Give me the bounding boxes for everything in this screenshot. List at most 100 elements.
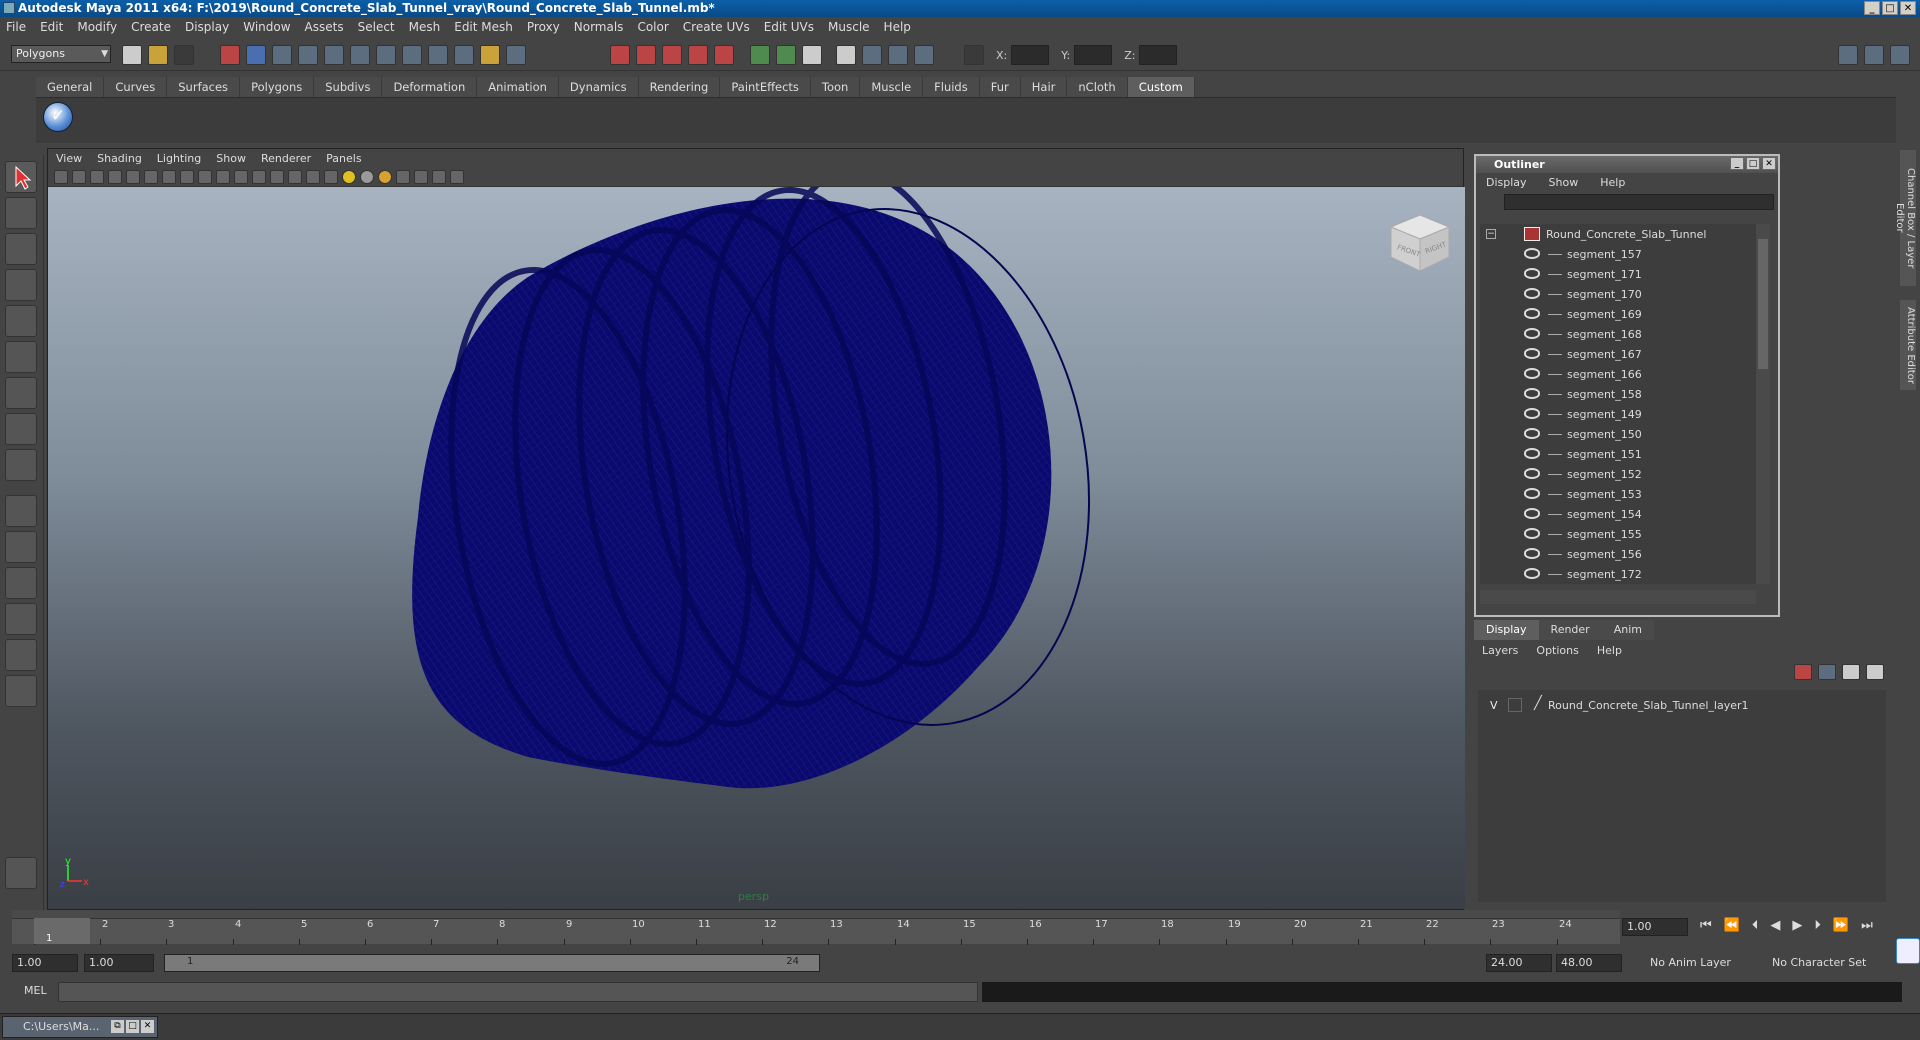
- move-up-layer-icon[interactable]: [1842, 664, 1860, 680]
- outliner-graph-layout-icon[interactable]: [5, 675, 37, 707]
- outliner-menu-show[interactable]: Show: [1549, 176, 1579, 189]
- mask-deformers-icon[interactable]: [402, 45, 422, 65]
- default-light-icon[interactable]: [342, 169, 356, 184]
- render-view-icon[interactable]: [836, 45, 856, 65]
- hypershade-persp-layout-icon[interactable]: [5, 639, 37, 671]
- communication-center-icon[interactable]: [1896, 938, 1920, 964]
- graph-persp-layout-icon[interactable]: [5, 603, 37, 635]
- grid-icon[interactable]: [144, 169, 158, 184]
- outliner-item[interactable]: segment_154: [1480, 504, 1756, 524]
- lock-selection-icon[interactable]: [480, 45, 500, 65]
- current-frame-field[interactable]: 1.00: [1622, 918, 1688, 936]
- outliner-item[interactable]: segment_156: [1480, 544, 1756, 564]
- outliner-search-field[interactable]: [1504, 194, 1774, 210]
- mask-joints-icon[interactable]: [324, 45, 344, 65]
- viewport-menu-renderer[interactable]: Renderer: [261, 152, 311, 165]
- textured-icon[interactable]: [324, 169, 338, 184]
- ipr-render-icon[interactable]: [888, 45, 908, 65]
- shelf-tab-general[interactable]: General: [36, 77, 105, 97]
- highlight-selection-icon[interactable]: [506, 45, 526, 65]
- viewport-menu-panels[interactable]: Panels: [326, 152, 361, 165]
- go-to-start-icon[interactable]: ⏮: [1700, 918, 1712, 933]
- viewport-menu-lighting[interactable]: Lighting: [157, 152, 201, 165]
- four-pane-layout-icon[interactable]: [5, 531, 37, 563]
- toggle-tool-settings-icon[interactable]: [1864, 45, 1884, 65]
- perspective-viewport[interactable]: FRONT RIGHT y x z persp: [48, 187, 1465, 909]
- layer-row[interactable]: V ╱ Round_Concrete_Slab_Tunnel_layer1: [1478, 696, 1886, 714]
- all-lights-icon[interactable]: [360, 169, 374, 184]
- outliner-menu-display[interactable]: Display: [1486, 176, 1527, 189]
- attribute-editor-tab[interactable]: Attribute Editor: [1900, 300, 1916, 390]
- animation-end-field[interactable]: 48.00: [1556, 954, 1622, 972]
- viewport-menu-shading[interactable]: Shading: [97, 152, 142, 165]
- outliner-item[interactable]: segment_153: [1480, 484, 1756, 504]
- shelf-tab-surfaces[interactable]: Surfaces: [167, 77, 241, 97]
- shelf-tab-muscle[interactable]: Muscle: [860, 77, 924, 97]
- menu-assets[interactable]: Assets: [305, 20, 344, 34]
- menu-proxy[interactable]: Proxy: [527, 20, 560, 34]
- outliner-item[interactable]: segment_172: [1480, 564, 1756, 584]
- xray-joints-icon[interactable]: [414, 169, 428, 184]
- move-down-layer-icon[interactable]: [1866, 664, 1884, 680]
- render-current-icon[interactable]: [862, 45, 882, 65]
- minimize-button[interactable]: _: [1864, 1, 1880, 15]
- menu-set-dropdown[interactable]: Polygons ▼: [11, 45, 111, 63]
- outliner-minimize-button[interactable]: _: [1730, 157, 1744, 170]
- z-field[interactable]: [1139, 45, 1178, 65]
- minimized-window-button[interactable]: C:\Users\Ma... ⧉ □ ✕: [2, 1016, 158, 1038]
- outliner-item[interactable]: segment_150: [1480, 424, 1756, 444]
- play-forward-icon[interactable]: ▶: [1792, 918, 1802, 933]
- time-slider-track[interactable]: 123456789101112131415161718192021222324: [12, 918, 1620, 945]
- menu-file[interactable]: File: [6, 20, 26, 34]
- toggle-attribute-editor-icon[interactable]: [1838, 45, 1858, 65]
- tunnel-mesh[interactable]: [48, 187, 1465, 909]
- close-icon[interactable]: ✕: [141, 1020, 154, 1033]
- menu-help[interactable]: Help: [884, 20, 911, 34]
- toggle-channel-box-icon[interactable]: [1890, 45, 1910, 65]
- snap-view-plane-icon[interactable]: [688, 45, 708, 65]
- menu-select[interactable]: Select: [358, 20, 395, 34]
- menu-window[interactable]: Window: [243, 20, 290, 34]
- menu-muscle[interactable]: Muscle: [828, 20, 870, 34]
- command-input[interactable]: [58, 982, 978, 1002]
- viewport-menu-view[interactable]: View: [56, 152, 82, 165]
- shelf-tab-curves[interactable]: Curves: [104, 77, 168, 97]
- go-to-end-icon[interactable]: ⏭: [1861, 918, 1873, 933]
- shelf-tab-deformation[interactable]: Deformation: [382, 77, 478, 97]
- output-ops-icon[interactable]: [776, 45, 796, 65]
- select-tool-icon[interactable]: [5, 161, 37, 193]
- layer-color-icon[interactable]: ╱: [1534, 696, 1542, 711]
- outliner-horizontal-scrollbar[interactable]: [1480, 590, 1756, 604]
- menu-edit-uvs[interactable]: Edit UVs: [764, 20, 814, 34]
- shelf-tab-custom[interactable]: Custom: [1127, 77, 1195, 97]
- shelf-tab-fluids[interactable]: Fluids: [923, 77, 980, 97]
- outliner-item[interactable]: segment_171: [1480, 264, 1756, 284]
- hud-icon[interactable]: [450, 169, 464, 184]
- anim-layer-dropdown[interactable]: No Anim Layer: [1646, 954, 1756, 972]
- backface-icon[interactable]: [432, 169, 446, 184]
- menu-edit[interactable]: Edit: [40, 20, 63, 34]
- show-manipulator-icon[interactable]: [5, 449, 37, 481]
- field-chart-icon[interactable]: [216, 169, 230, 184]
- layer-tab-render[interactable]: Render: [1538, 620, 1602, 640]
- animation-start-field[interactable]: 1.00: [12, 954, 78, 972]
- layer-menu-layers[interactable]: Layers: [1482, 644, 1518, 657]
- playback-end-field[interactable]: 24.00: [1486, 954, 1552, 972]
- time-slider[interactable]: 123456789101112131415161718192021222324 …: [12, 910, 1620, 945]
- move-tool-icon[interactable]: [5, 269, 37, 301]
- maximize-button[interactable]: □: [1882, 1, 1898, 15]
- open-scene-icon[interactable]: [148, 45, 168, 65]
- outliner-item[interactable]: segment_157: [1480, 244, 1756, 264]
- channel-box-tab[interactable]: Channel Box / Layer Editor: [1894, 150, 1916, 286]
- layer-tab-display[interactable]: Display: [1474, 620, 1539, 640]
- select-hierarchy-icon[interactable]: [220, 45, 240, 65]
- make-live-icon[interactable]: [714, 45, 734, 65]
- range-slider[interactable]: 1 24: [164, 954, 820, 972]
- xray-icon[interactable]: [396, 169, 410, 184]
- snap-point-icon[interactable]: [662, 45, 682, 65]
- gate-mask-icon[interactable]: [198, 169, 212, 184]
- outliner-item[interactable]: segment_158: [1480, 384, 1756, 404]
- maximize-icon[interactable]: □: [126, 1020, 139, 1033]
- paint-select-tool-icon[interactable]: [5, 233, 37, 265]
- outliner-item[interactable]: segment_152: [1480, 464, 1756, 484]
